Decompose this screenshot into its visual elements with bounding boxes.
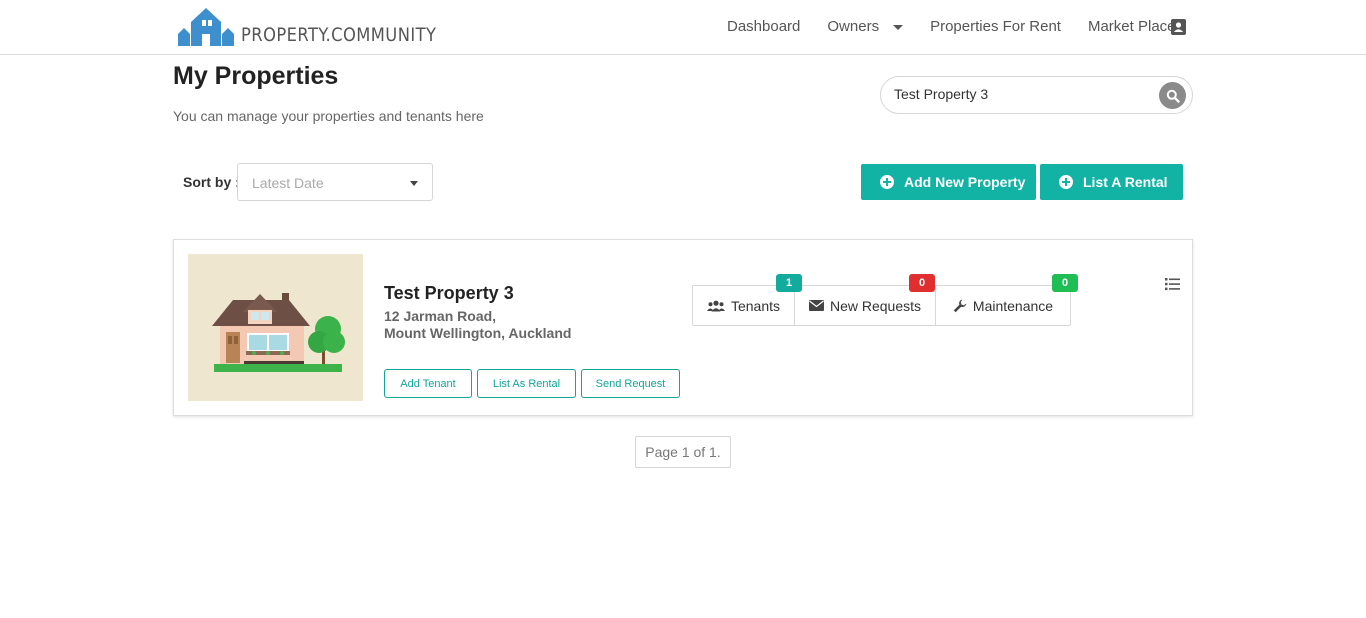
nav-owners-label: Owners	[827, 18, 880, 35]
property-search	[880, 76, 1193, 114]
search-input[interactable]	[894, 86, 1154, 102]
contact-card-icon[interactable]	[1171, 19, 1186, 35]
nav-properties-for-rent[interactable]: Properties For Rent	[930, 18, 1061, 35]
page-title: My Properties	[173, 62, 339, 90]
users-icon	[706, 300, 725, 312]
list-a-rental-button[interactable]: List A Rental	[1040, 164, 1183, 200]
logo-houses-icon	[178, 8, 234, 46]
list-menu-icon[interactable]	[1165, 277, 1180, 291]
new-requests-count-badge: 0	[909, 274, 935, 292]
sort-selected-value: Latest Date	[252, 175, 324, 191]
nav-dashboard[interactable]: Dashboard	[727, 18, 800, 35]
nav-market-place[interactable]: Market Place	[1088, 18, 1176, 35]
sort-dropdown[interactable]: Latest Date	[237, 163, 433, 201]
property-address: 12 Jarman Road, Mount Wellington, Auckla…	[384, 308, 571, 342]
stat-maintenance[interactable]: Maintenance 0	[936, 274, 1078, 325]
stat-tenants-label: Tenants	[730, 297, 781, 314]
add-new-property-label: Add New Property	[904, 174, 1026, 190]
sort-label: Sort by :	[183, 174, 240, 190]
top-navbar: PROPERTY.COMMUNITY Dashboard Owners Prop…	[0, 0, 1366, 55]
plus-circle-icon	[880, 175, 894, 189]
page-subtitle: You can manage your properties and tenan…	[173, 108, 484, 124]
add-new-property-button[interactable]: Add New Property	[861, 164, 1036, 200]
property-card: Test Property 3 12 Jarman Road, Mount We…	[173, 239, 1193, 416]
send-request-button[interactable]: Send Request	[581, 369, 680, 398]
stat-new-requests[interactable]: New Requests 0	[795, 274, 936, 325]
property-name[interactable]: Test Property 3	[384, 283, 514, 304]
chevron-down-icon	[410, 181, 418, 186]
plus-circle-icon	[1059, 175, 1073, 189]
nav-owners-dropdown[interactable]: Owners	[827, 18, 904, 35]
list-as-rental-button[interactable]: List As Rental	[477, 369, 576, 398]
wrench-icon	[953, 299, 967, 313]
main-nav: Dashboard Owners Properties For Rent Mar…	[727, 18, 1203, 35]
chevron-down-icon	[893, 24, 904, 30]
maintenance-count-badge: 0	[1052, 274, 1078, 292]
site-logo[interactable]: PROPERTY.COMMUNITY	[177, 5, 468, 47]
house-illustration	[188, 254, 363, 401]
property-address-line1: 12 Jarman Road,	[384, 308, 497, 324]
stat-maintenance-label: Maintenance	[972, 297, 1054, 314]
list-a-rental-label: List A Rental	[1083, 174, 1168, 190]
envelope-icon	[808, 300, 824, 311]
add-tenant-button[interactable]: Add Tenant	[384, 369, 472, 398]
search-icon	[1166, 89, 1180, 103]
property-address-line2: Mount Wellington, Auckland	[384, 325, 572, 341]
logo-text: PROPERTY.COMMUNITY	[241, 24, 437, 46]
search-button[interactable]	[1159, 82, 1186, 109]
stat-tenants[interactable]: Tenants 1	[693, 274, 802, 325]
pagination-indicator: Page 1 of 1.	[635, 436, 731, 468]
property-stats: Tenants 1 New Requests 0 Maintenance 0	[692, 274, 1078, 326]
property-image[interactable]	[188, 254, 363, 401]
stat-new-requests-label: New Requests	[829, 297, 922, 314]
